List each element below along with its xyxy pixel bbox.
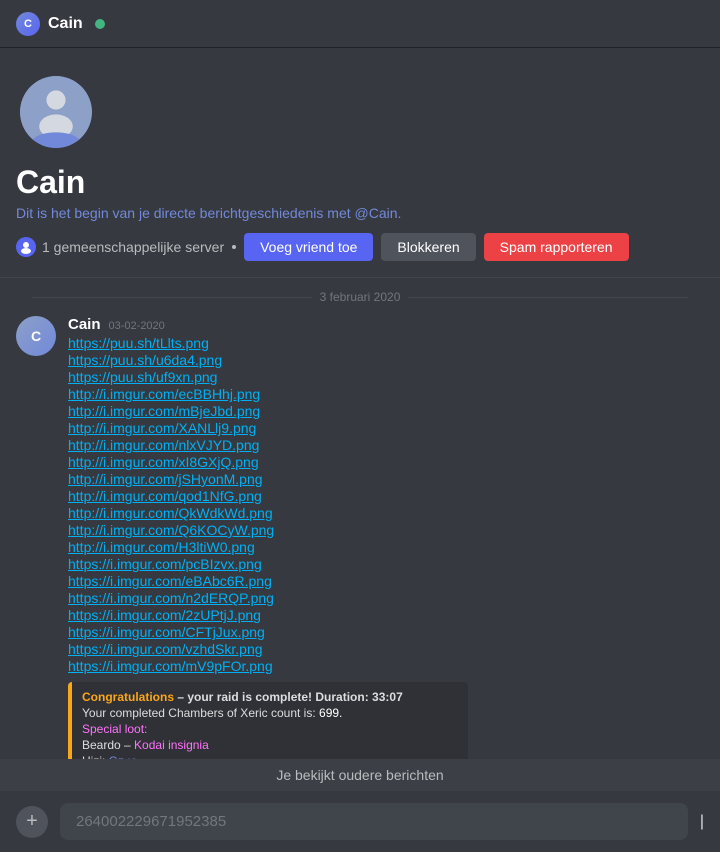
message-link[interactable]: https://puu.sh/u6da4.png [68,352,704,368]
message-header: Cain 03-02-2020 [68,316,704,333]
message-link[interactable]: https://i.imgur.com/2zUPtjJ.png [68,607,704,623]
message-link[interactable]: http://i.imgur.com/Q6KOCyW.png [68,522,704,538]
cursor-icon: | [700,813,704,831]
online-status-dot [95,19,105,29]
message-link[interactable]: http://i.imgur.com/jSHyonM.png [68,471,704,487]
report-spam-button[interactable]: Spam rapporteren [484,233,629,261]
message-link[interactable]: https://i.imgur.com/n2dERQP.png [68,590,704,606]
message-input[interactable] [60,803,688,840]
message-link[interactable]: https://puu.sh/tLlts.png [68,335,704,351]
message-link[interactable]: http://i.imgur.com/XANLlj9.png [68,420,704,436]
date-divider: 3 februari 2020 [16,278,704,316]
plus-icon: + [26,810,38,833]
block-button[interactable]: Blokkeren [381,233,475,261]
profile-actions: 1 gemeenschappelijke server Voeg vriend … [16,233,704,261]
add-friend-button[interactable]: Voeg vriend toe [244,233,373,261]
top-bar: C Cain [0,0,720,48]
mutual-server-icon [16,237,36,257]
message-link[interactable]: https://i.imgur.com/eBAbc6R.png [68,573,704,589]
message-link[interactable]: http://i.imgur.com/qod1NfG.png [68,488,704,504]
mutual-servers: 1 gemeenschappelijke server [16,237,224,257]
profile-username: Cain [16,164,704,201]
top-bar-avatar: C [16,12,40,36]
message-avatar: C [16,316,56,356]
message-link[interactable]: http://i.imgur.com/H3ltiW0.png [68,539,704,555]
message-link[interactable]: http://i.imgur.com/mBjeJbd.png [68,403,704,419]
message-link[interactable]: http://i.imgur.com/QkWdkWd.png [68,505,704,521]
profile-description: Dit is het begin van je directe berichtg… [16,205,704,221]
messages-area[interactable]: 3 februari 2020 C Cain 03-02-2020 https:… [0,278,720,759]
top-bar-username: Cain [48,15,83,33]
message-group: C Cain 03-02-2020 https://puu.sh/tLlts.p… [16,316,704,759]
message-link[interactable]: https://i.imgur.com/mV9pFOr.png [68,658,704,674]
date-divider-text: 3 februari 2020 [320,290,401,304]
mutual-servers-label: 1 gemeenschappelijke server [42,239,224,255]
older-messages-banner: Je bekijkt oudere berichten [0,759,720,791]
message-links: https://puu.sh/tLlts.pnghttps://puu.sh/u… [68,335,704,674]
message-username: Cain [68,316,101,333]
embeds-container: Congratulations – your raid is complete!… [68,682,704,759]
embed-1: Congratulations – your raid is complete!… [68,682,468,759]
profile-avatar [16,72,96,152]
message-link[interactable]: https://i.imgur.com/CFTjJux.png [68,624,704,640]
message-link[interactable]: https://i.imgur.com/vzhdSkr.png [68,641,704,657]
message-content: Cain 03-02-2020 https://puu.sh/tLlts.png… [68,316,704,759]
separator [232,245,236,249]
message-link[interactable]: http://i.imgur.com/ecBBHhj.png [68,386,704,402]
message-timestamp: 03-02-2020 [109,320,165,332]
avatar-image [20,76,92,148]
attach-button[interactable]: + [16,806,48,838]
message-link[interactable]: https://puu.sh/uf9xn.png [68,369,704,385]
message-link[interactable]: http://i.imgur.com/xI8GXjQ.png [68,454,704,470]
message-link[interactable]: https://i.imgur.com/pcBIzvx.png [68,556,704,572]
input-area: + | [0,791,720,852]
profile-area: Cain Dit is het begin van je directe ber… [0,48,720,278]
message-link[interactable]: http://i.imgur.com/nlxVJYD.png [68,437,704,453]
